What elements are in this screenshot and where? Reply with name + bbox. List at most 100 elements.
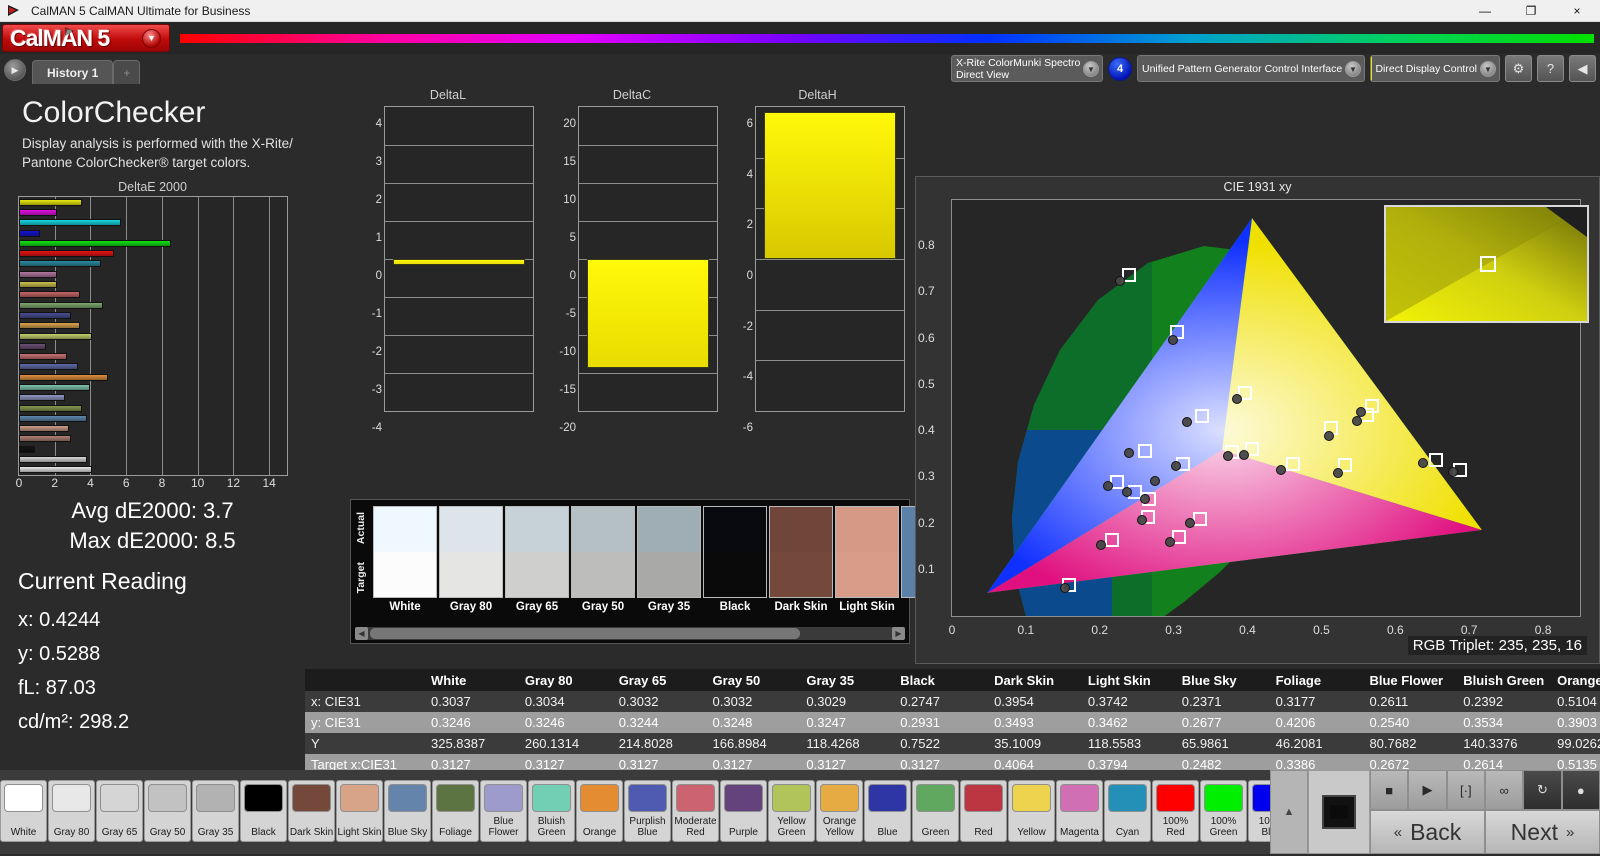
brand-bar: CalMAN 5 ▼ bbox=[0, 22, 1600, 54]
generator-chevron-down-icon[interactable]: ▼ bbox=[1345, 61, 1361, 77]
patch-swatch-button[interactable]: Gray 35 bbox=[192, 780, 239, 842]
device-count-badge[interactable]: 4 bbox=[1108, 56, 1132, 81]
continuous-button[interactable]: ∞ bbox=[1484, 770, 1524, 810]
patch-swatch-button[interactable]: Dark Skin bbox=[288, 780, 335, 842]
pattern-generator-selector[interactable]: Unified Pattern Generator Control Interf… bbox=[1137, 55, 1365, 82]
table-column-header[interactable]: Gray 80 bbox=[518, 669, 613, 691]
patch-swatch-button[interactable]: Blue Flower bbox=[480, 780, 527, 842]
deltae-bar bbox=[19, 208, 57, 216]
axis-tick: 4 bbox=[746, 168, 753, 181]
patch-swatch-button[interactable]: Blue bbox=[864, 780, 911, 842]
deltal-yticks: 4 3 2 1 0 -1 -2 -3 -4 bbox=[362, 106, 382, 434]
swatch-cell[interactable]: Black bbox=[703, 506, 767, 618]
brand-menu-chevron-down-icon[interactable]: ▼ bbox=[142, 28, 161, 48]
table-column-header[interactable]: Bluish Green bbox=[1457, 669, 1552, 691]
next-button[interactable]: Next » bbox=[1485, 810, 1600, 854]
collapse-left-icon[interactable]: ◀ bbox=[1569, 55, 1596, 82]
patch-chip bbox=[580, 784, 619, 812]
deltae-bar bbox=[19, 219, 121, 227]
table-column-header[interactable]: Orange bbox=[1551, 669, 1600, 691]
gear-icon[interactable]: ⚙ bbox=[1505, 55, 1532, 82]
table-column-header[interactable]: White bbox=[425, 669, 519, 691]
grid-line bbox=[385, 183, 533, 184]
cie-measured-marker bbox=[1123, 447, 1134, 458]
table-cell: 0.3037 bbox=[425, 691, 519, 712]
patch-swatch-button[interactable]: Foliage bbox=[432, 780, 479, 842]
add-tab-button[interactable]: + bbox=[113, 60, 141, 84]
refresh-button[interactable]: ↻ bbox=[1523, 770, 1562, 810]
swatch-cell[interactable]: Dark Skin bbox=[769, 506, 833, 618]
table-column-header[interactable]: Black bbox=[894, 669, 989, 691]
patch-swatch-button[interactable]: Orange bbox=[576, 780, 623, 842]
stop-button[interactable]: ■ bbox=[1370, 770, 1409, 810]
scroll-thumb[interactable] bbox=[370, 628, 800, 639]
table-column-header[interactable]: Foliage bbox=[1269, 669, 1364, 691]
patch-swatch-button[interactable]: Yellow Green bbox=[768, 780, 815, 842]
deltae-chart-title: DeltaE 2000 bbox=[118, 180, 187, 194]
table-column-header[interactable]: Gray 65 bbox=[612, 669, 707, 691]
patch-swatch-button[interactable]: Black bbox=[240, 780, 287, 842]
patch-swatch-button[interactable]: Purple bbox=[720, 780, 767, 842]
swatch-scrollbar[interactable]: ◀ ▶ bbox=[355, 627, 905, 640]
back-button[interactable]: « Back bbox=[1370, 810, 1485, 854]
grid-line bbox=[579, 145, 717, 146]
reading-cdm2: cd/m²: 298.2 bbox=[18, 711, 130, 733]
play-button[interactable]: ▶ bbox=[1408, 770, 1447, 810]
patch-swatch-button[interactable]: Bluish Green bbox=[528, 780, 575, 842]
patch-swatch-button[interactable]: Gray 80 bbox=[48, 780, 95, 842]
current-patch-button[interactable] bbox=[1308, 770, 1370, 854]
swatch-cell[interactable]: Gray 80 bbox=[439, 506, 503, 618]
patch-chip bbox=[196, 784, 235, 812]
session-nav-button[interactable]: ▶ bbox=[4, 59, 26, 81]
patch-swatch-button[interactable]: Yellow bbox=[1008, 780, 1055, 842]
patch-chip bbox=[4, 784, 43, 812]
patch-swatch-button[interactable]: White bbox=[0, 780, 47, 842]
patch-swatch-button[interactable]: Red bbox=[960, 780, 1007, 842]
window-maximize-button[interactable]: ❐ bbox=[1508, 0, 1554, 22]
swatch-cell[interactable]: Light Skin bbox=[835, 506, 899, 618]
swatch-cell[interactable]: Gray 65 bbox=[505, 506, 569, 618]
patch-selector-bar: White Gray 80 Gray 65 Gray 50 Gray 35 Black Da… bbox=[0, 770, 1600, 854]
scroll-right-icon[interactable]: ▶ bbox=[892, 627, 905, 640]
patch-swatch-button[interactable]: Orange Yellow bbox=[816, 780, 863, 842]
swatch-actual-target bbox=[637, 506, 701, 598]
meter-device-selector[interactable]: X-Rite ColorMunki Spectro Direct View ▼ bbox=[951, 55, 1103, 82]
patch-chip bbox=[964, 784, 1003, 812]
patch-swatch-button[interactable]: Blue Sky bbox=[384, 780, 431, 842]
patch-swatch-button[interactable]: Cyan bbox=[1104, 780, 1151, 842]
table-cell: 214.8028 bbox=[612, 733, 707, 754]
swatch-cell[interactable]: Gray 35 bbox=[637, 506, 701, 618]
table-cell: 35.1009 bbox=[988, 733, 1082, 754]
swatch-cell[interactable]: White bbox=[373, 506, 437, 618]
meter-chevron-down-icon[interactable]: ▼ bbox=[1083, 61, 1099, 77]
help-icon[interactable]: ? bbox=[1537, 55, 1564, 82]
patch-swatch-button[interactable]: Green bbox=[912, 780, 959, 842]
calman-brand-logo[interactable]: CalMAN 5 ▼ bbox=[2, 24, 170, 52]
table-column-header[interactable]: Blue Sky bbox=[1175, 669, 1270, 691]
table-column-header[interactable]: Dark Skin bbox=[988, 669, 1082, 691]
table-column-header[interactable]: Gray 35 bbox=[800, 669, 895, 691]
patch-swatch-button[interactable]: 100% Green bbox=[1200, 780, 1247, 842]
collapse-up-icon[interactable]: ▲ bbox=[1270, 770, 1308, 854]
table-column-header[interactable]: Light Skin bbox=[1081, 669, 1176, 691]
patch-swatch-button[interactable]: Moderate Red bbox=[672, 780, 719, 842]
display-control-selector[interactable]: Direct Display Control ▼ bbox=[1370, 55, 1500, 82]
scroll-left-icon[interactable]: ◀ bbox=[355, 627, 368, 640]
tab-history-1[interactable]: History 1 bbox=[32, 60, 114, 84]
patch-chip bbox=[916, 784, 955, 812]
patch-label: 100% Green bbox=[1209, 816, 1238, 838]
patch-swatch-button[interactable]: Gray 65 bbox=[96, 780, 143, 842]
table-column-header[interactable]: Blue Flower bbox=[1363, 669, 1458, 691]
swatch-cell[interactable]: Gray 50 bbox=[571, 506, 635, 618]
patch-swatch-button[interactable]: Magenta bbox=[1056, 780, 1103, 842]
patch-swatch-button[interactable]: Gray 50 bbox=[144, 780, 191, 842]
window-close-button[interactable]: × bbox=[1554, 0, 1600, 22]
display-chevron-down-icon[interactable]: ▼ bbox=[1480, 61, 1496, 77]
table-column-header[interactable]: Gray 50 bbox=[706, 669, 801, 691]
measure-button[interactable]: [·] bbox=[1446, 770, 1485, 810]
patch-swatch-button[interactable]: Light Skin bbox=[336, 780, 383, 842]
patch-swatch-button[interactable]: Purplish Blue bbox=[624, 780, 671, 842]
window-minimize-button[interactable]: — bbox=[1462, 0, 1508, 22]
record-button[interactable]: ● bbox=[1561, 770, 1600, 810]
patch-swatch-button[interactable]: 100% Red bbox=[1152, 780, 1199, 842]
